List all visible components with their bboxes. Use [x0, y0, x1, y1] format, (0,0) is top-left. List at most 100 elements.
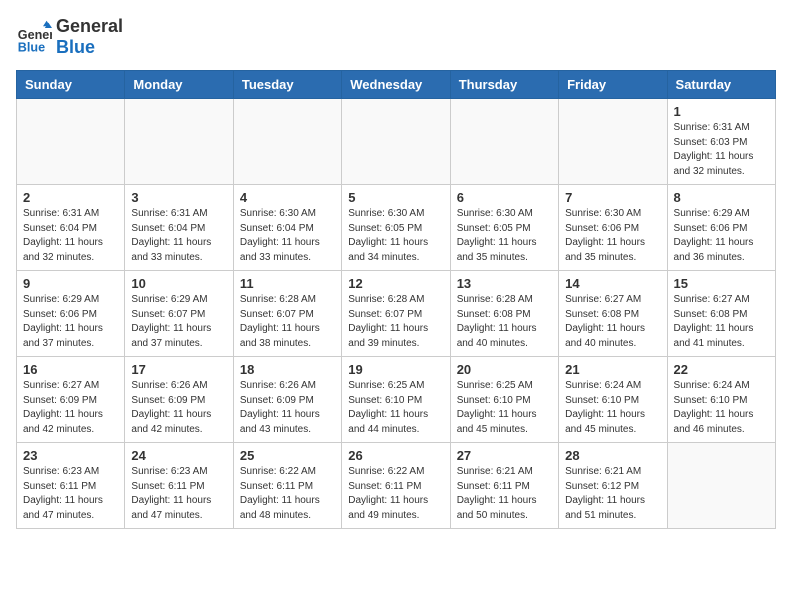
- day-info: Sunrise: 6:30 AM Sunset: 6:05 PM Dayligh…: [348, 207, 443, 265]
- calendar-cell: 1 Sunrise: 6:31 AM Sunset: 6:03 PM Daylig…: [667, 99, 775, 185]
- calendar-table: SundayMondayTuesdayWednesdayThursdayFrid…: [16, 70, 776, 529]
- calendar-cell: 28 Sunrise: 6:21 AM Sunset: 6:12 PM Dayli…: [559, 443, 667, 529]
- calendar-cell: 23 Sunrise: 6:23 AM Sunset: 6:11 PM Dayli…: [17, 443, 125, 529]
- header-saturday: Saturday: [667, 71, 775, 99]
- day-number: 11: [240, 276, 335, 291]
- day-info: Sunrise: 6:28 AM Sunset: 6:08 PM Dayligh…: [457, 293, 552, 351]
- calendar-cell: 8 Sunrise: 6:29 AM Sunset: 6:06 PM Daylig…: [667, 185, 775, 271]
- calendar-cell: 3Sunrise: 6:31 AM Sunset: 6:04 PM Daylig…: [125, 185, 233, 271]
- logo-icon: General Blue: [16, 19, 52, 55]
- day-info: Sunrise: 6:31 AM Sunset: 6:04 PM Dayligh…: [131, 207, 226, 265]
- day-info: Sunrise: 6:21 AM Sunset: 6:11 PM Dayligh…: [457, 465, 552, 523]
- calendar-cell: 14 Sunrise: 6:27 AM Sunset: 6:08 PM Dayli…: [559, 271, 667, 357]
- calendar-cell: 6 Sunrise: 6:30 AM Sunset: 6:05 PM Daylig…: [450, 185, 558, 271]
- day-info: Sunrise: 6:25 AM Sunset: 6:10 PM Dayligh…: [348, 379, 443, 437]
- day-info: Sunrise: 6:30 AM Sunset: 6:06 PM Dayligh…: [565, 207, 660, 265]
- calendar-cell: [17, 99, 125, 185]
- calendar-cell: 21 Sunrise: 6:24 AM Sunset: 6:10 PM Dayli…: [559, 357, 667, 443]
- day-number: 7: [565, 190, 660, 205]
- day-info: Sunrise: 6:27 AM Sunset: 6:09 PM Dayligh…: [23, 379, 118, 437]
- calendar-header-row: SundayMondayTuesdayWednesdayThursdayFrid…: [17, 71, 776, 99]
- day-number: 19: [348, 362, 443, 377]
- day-number: 18: [240, 362, 335, 377]
- calendar-week-row: 2 Sunrise: 6:31 AM Sunset: 6:04 PM Daylig…: [17, 185, 776, 271]
- day-info: Sunrise: 6:29 AM Sunset: 6:07 PM Dayligh…: [131, 293, 226, 351]
- calendar-cell: [450, 99, 558, 185]
- day-number: 22: [674, 362, 769, 377]
- day-info: Sunrise: 6:23 AM Sunset: 6:11 PM Dayligh…: [23, 465, 118, 523]
- day-number: 16: [23, 362, 118, 377]
- logo-general: General: [56, 16, 123, 37]
- header-friday: Friday: [559, 71, 667, 99]
- calendar-week-row: 1 Sunrise: 6:31 AM Sunset: 6:03 PM Daylig…: [17, 99, 776, 185]
- day-info: Sunrise: 6:22 AM Sunset: 6:11 PM Dayligh…: [348, 465, 443, 523]
- day-number: 20: [457, 362, 552, 377]
- header-thursday: Thursday: [450, 71, 558, 99]
- calendar-cell: [342, 99, 450, 185]
- calendar-cell: [125, 99, 233, 185]
- day-info: Sunrise: 6:26 AM Sunset: 6:09 PM Dayligh…: [131, 379, 226, 437]
- header-wednesday: Wednesday: [342, 71, 450, 99]
- day-info: Sunrise: 6:30 AM Sunset: 6:05 PM Dayligh…: [457, 207, 552, 265]
- calendar-cell: 26 Sunrise: 6:22 AM Sunset: 6:11 PM Dayli…: [342, 443, 450, 529]
- day-info: Sunrise: 6:30 AM Sunset: 6:04 PM Dayligh…: [240, 207, 335, 265]
- calendar-cell: 16 Sunrise: 6:27 AM Sunset: 6:09 PM Dayli…: [17, 357, 125, 443]
- day-number: 26: [348, 448, 443, 463]
- day-number: 21: [565, 362, 660, 377]
- calendar-cell: 7 Sunrise: 6:30 AM Sunset: 6:06 PM Daylig…: [559, 185, 667, 271]
- day-number: 15: [674, 276, 769, 291]
- calendar-cell: 11 Sunrise: 6:28 AM Sunset: 6:07 PM Dayli…: [233, 271, 341, 357]
- day-info: Sunrise: 6:25 AM Sunset: 6:10 PM Dayligh…: [457, 379, 552, 437]
- calendar-cell: 22 Sunrise: 6:24 AM Sunset: 6:10 PM Dayli…: [667, 357, 775, 443]
- logo: General Blue General Blue: [16, 16, 123, 58]
- calendar-cell: [667, 443, 775, 529]
- calendar-week-row: 23 Sunrise: 6:23 AM Sunset: 6:11 PM Dayli…: [17, 443, 776, 529]
- calendar-cell: 25Sunrise: 6:22 AM Sunset: 6:11 PM Dayli…: [233, 443, 341, 529]
- calendar-cell: 24 Sunrise: 6:23 AM Sunset: 6:11 PM Dayli…: [125, 443, 233, 529]
- day-number: 17: [131, 362, 226, 377]
- svg-text:Blue: Blue: [18, 40, 45, 54]
- day-number: 23: [23, 448, 118, 463]
- day-info: Sunrise: 6:29 AM Sunset: 6:06 PM Dayligh…: [674, 207, 769, 265]
- day-number: 27: [457, 448, 552, 463]
- day-info: Sunrise: 6:24 AM Sunset: 6:10 PM Dayligh…: [674, 379, 769, 437]
- day-info: Sunrise: 6:26 AM Sunset: 6:09 PM Dayligh…: [240, 379, 335, 437]
- day-info: Sunrise: 6:27 AM Sunset: 6:08 PM Dayligh…: [674, 293, 769, 351]
- calendar-cell: 10 Sunrise: 6:29 AM Sunset: 6:07 PM Dayli…: [125, 271, 233, 357]
- calendar-cell: 2Sunrise: 6:31 AM Sunset: 6:04 PM Daylig…: [17, 185, 125, 271]
- day-number: 1: [674, 104, 769, 119]
- day-info: Sunrise: 6:28 AM Sunset: 6:07 PM Dayligh…: [240, 293, 335, 351]
- calendar-cell: 9Sunrise: 6:29 AM Sunset: 6:06 PM Daylig…: [17, 271, 125, 357]
- day-info: Sunrise: 6:29 AM Sunset: 6:06 PM Dayligh…: [23, 293, 118, 351]
- day-info: Sunrise: 6:21 AM Sunset: 6:12 PM Dayligh…: [565, 465, 660, 523]
- day-info: Sunrise: 6:27 AM Sunset: 6:08 PM Dayligh…: [565, 293, 660, 351]
- day-number: 10: [131, 276, 226, 291]
- day-number: 6: [457, 190, 552, 205]
- calendar-cell: 15 Sunrise: 6:27 AM Sunset: 6:08 PM Dayli…: [667, 271, 775, 357]
- day-number: 2: [23, 190, 118, 205]
- calendar-cell: 13Sunrise: 6:28 AM Sunset: 6:08 PM Dayli…: [450, 271, 558, 357]
- day-number: 25: [240, 448, 335, 463]
- day-number: 5: [348, 190, 443, 205]
- day-info: Sunrise: 6:28 AM Sunset: 6:07 PM Dayligh…: [348, 293, 443, 351]
- day-number: 12: [348, 276, 443, 291]
- day-number: 24: [131, 448, 226, 463]
- calendar-cell: 19 Sunrise: 6:25 AM Sunset: 6:10 PM Dayli…: [342, 357, 450, 443]
- day-info: Sunrise: 6:24 AM Sunset: 6:10 PM Dayligh…: [565, 379, 660, 437]
- day-number: 4: [240, 190, 335, 205]
- day-number: 28: [565, 448, 660, 463]
- calendar-cell: 20 Sunrise: 6:25 AM Sunset: 6:10 PM Dayli…: [450, 357, 558, 443]
- header-sunday: Sunday: [17, 71, 125, 99]
- day-number: 8: [674, 190, 769, 205]
- day-number: 14: [565, 276, 660, 291]
- calendar-cell: [559, 99, 667, 185]
- calendar-cell: 27 Sunrise: 6:21 AM Sunset: 6:11 PM Dayli…: [450, 443, 558, 529]
- logo-blue: Blue: [56, 37, 123, 58]
- page-header: General Blue General Blue: [16, 16, 776, 58]
- day-info: Sunrise: 6:23 AM Sunset: 6:11 PM Dayligh…: [131, 465, 226, 523]
- calendar-cell: 17 Sunrise: 6:26 AM Sunset: 6:09 PM Dayli…: [125, 357, 233, 443]
- header-monday: Monday: [125, 71, 233, 99]
- calendar-cell: 12 Sunrise: 6:28 AM Sunset: 6:07 PM Dayli…: [342, 271, 450, 357]
- calendar-cell: [233, 99, 341, 185]
- day-info: Sunrise: 6:31 AM Sunset: 6:03 PM Dayligh…: [674, 121, 769, 179]
